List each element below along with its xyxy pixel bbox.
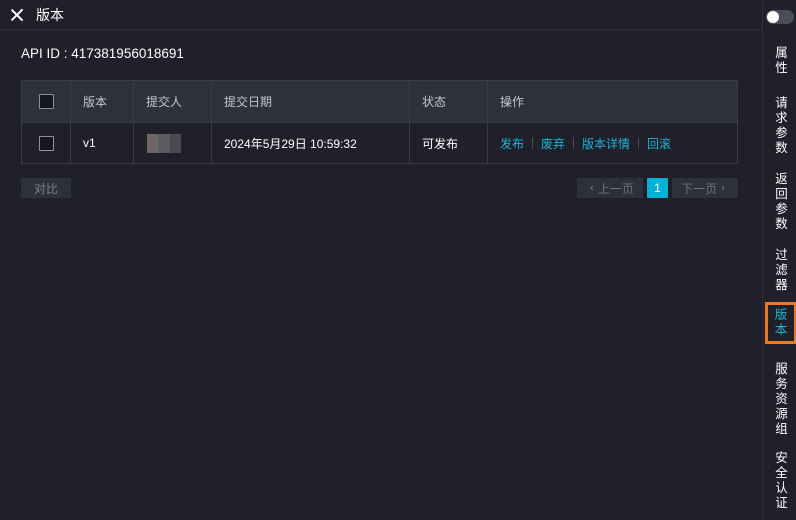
next-page-button[interactable]: 下一页 ›: [672, 178, 738, 198]
sidebar-char: 数: [775, 217, 788, 231]
column-header-status: 状态: [410, 81, 488, 122]
sidebar-char: 本: [774, 323, 788, 337]
sidebar-char: 求: [775, 111, 788, 125]
sidebar-char: 版: [774, 308, 788, 322]
sidebar-char: 全: [775, 466, 788, 480]
version-table: 版本 提交人 提交日期 状态 操作 v1 2024年5月29日 10:59:32…: [21, 80, 738, 164]
column-header-operations: 操作: [500, 95, 525, 109]
row-checkbox-cell: [22, 123, 71, 163]
sidebar-char: 参: [775, 126, 788, 140]
sidebar-char: 参: [775, 202, 788, 216]
table-row: v1 2024年5月29日 10:59:32 可发布 发布 废弃 版本详情 回滚: [22, 122, 737, 163]
chevron-left-icon: ‹: [590, 182, 594, 194]
sidebar-char: 性: [775, 61, 788, 75]
column-header-date: 提交日期: [212, 81, 410, 122]
sidebar-char: 组: [775, 422, 788, 436]
chevron-right-icon: ›: [721, 182, 725, 194]
sidebar-char: 证: [775, 496, 788, 510]
sidebar-item-filters[interactable]: 过 滤 器: [767, 248, 796, 293]
sidebar-char: 返: [775, 172, 788, 186]
sidebar-char: 资: [775, 392, 788, 406]
sidebar-char: 回: [775, 187, 788, 201]
operations-cell: 发布 废弃 版本详情 回滚: [488, 123, 737, 163]
column-header-version: 版本: [71, 81, 134, 122]
compare-button[interactable]: 对比: [21, 178, 71, 198]
divider: [573, 137, 575, 149]
sidebar-char: 务: [775, 377, 788, 391]
divider: [532, 137, 534, 149]
sidebar-char: 认: [775, 481, 788, 495]
panel-title: 版本: [36, 6, 64, 23]
sidebar-item-response-params[interactable]: 返 回 参 数: [767, 172, 796, 232]
sidebar-item-properties[interactable]: 属 性: [767, 46, 796, 76]
right-sidebar: 属 性 请 求 参 数 返 回 参 数 过 滤 器 版 本 服 务 资 源 组 …: [762, 0, 796, 520]
sidebar-char: 过: [775, 248, 788, 262]
select-all-checkbox[interactable]: [38, 94, 54, 109]
api-id-label: API ID : 417381956018691: [21, 46, 184, 61]
panel-header: 版本: [0, 0, 762, 30]
divider: [638, 137, 640, 149]
table-header-row: 版本 提交人 提交日期 状态 操作: [22, 81, 737, 122]
header-checkbox-cell: [22, 81, 71, 122]
discard-link[interactable]: 废弃: [541, 135, 565, 152]
toggle-knob: [767, 11, 779, 23]
version-cell: v1: [71, 123, 134, 163]
page-number-current[interactable]: 1: [647, 178, 668, 198]
submitter-cell: [134, 123, 212, 163]
column-header-submitter: 提交人: [134, 81, 212, 122]
pagination: ‹ 上一页 1 下一页 ›: [577, 178, 738, 198]
sidebar-char: 数: [775, 141, 788, 155]
version-details-link[interactable]: 版本详情: [582, 135, 630, 152]
status-cell: 可发布: [410, 123, 488, 163]
prev-page-label: 上一页: [597, 181, 634, 196]
prev-page-button[interactable]: ‹ 上一页: [577, 178, 643, 198]
sidebar-item-version[interactable]: 版 本: [765, 302, 796, 344]
sidebar-char: 请: [775, 96, 788, 110]
sidebar-char: 器: [775, 278, 788, 292]
row-checkbox[interactable]: [38, 135, 54, 151]
sidebar-char: 安: [775, 451, 788, 465]
publish-link[interactable]: 发布: [500, 135, 524, 152]
version-panel: 版本 API ID : 417381956018691 版本 提交人 提交日期 …: [0, 0, 796, 520]
sidebar-char: 源: [775, 407, 788, 421]
submitter-redacted: [147, 133, 181, 153]
sidebar-char: 滤: [775, 263, 788, 277]
rollback-link[interactable]: 回滚: [647, 135, 671, 152]
sidebar-item-resource-group[interactable]: 服 务 资 源 组: [767, 362, 796, 437]
sidebar-char: 服: [775, 362, 788, 376]
next-page-label: 下一页: [681, 181, 718, 196]
sidebar-char: 属: [775, 46, 788, 60]
sidebar-item-security-auth[interactable]: 安 全 认 证: [767, 451, 796, 511]
close-icon[interactable]: [9, 7, 25, 23]
panel-toggle-switch[interactable]: [766, 10, 794, 24]
date-cell: 2024年5月29日 10:59:32: [212, 123, 410, 163]
sidebar-item-request-params[interactable]: 请 求 参 数: [767, 96, 796, 156]
